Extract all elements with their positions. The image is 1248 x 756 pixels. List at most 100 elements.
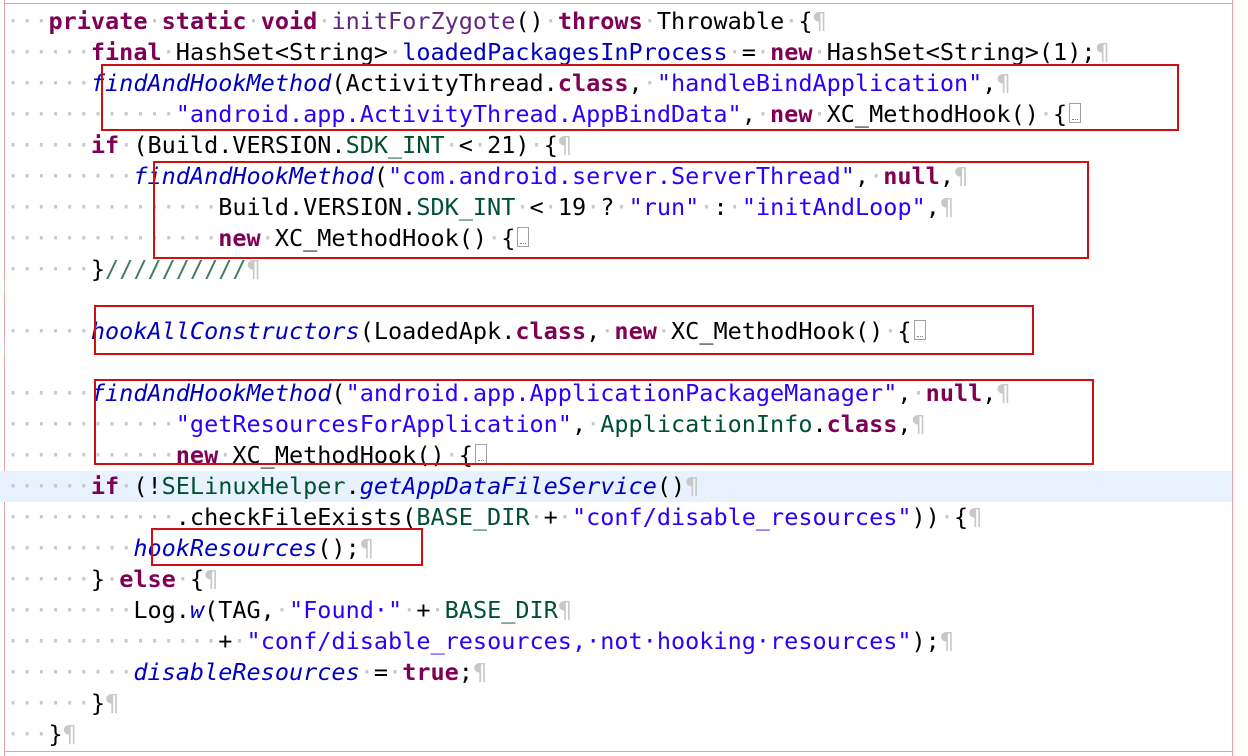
whitespace-marker: ¶	[557, 131, 573, 159]
code-line[interactable]: ···private·static·void·initForZygote()·t…	[0, 6, 1232, 37]
code-token: ))	[911, 503, 940, 531]
whitespace-marker: ······	[6, 317, 91, 345]
code-token: w	[189, 596, 205, 624]
code-line[interactable]: ···}¶	[0, 719, 1232, 750]
whitespace-marker: ·	[147, 7, 162, 35]
code-token: <	[458, 131, 473, 159]
whitespace-marker: ···	[6, 720, 49, 748]
editor-frame-top	[4, 3, 1232, 4]
whitespace-marker: ······	[6, 69, 91, 97]
whitespace-marker: ·	[119, 472, 134, 500]
whitespace-marker: ·	[232, 627, 247, 655]
code-line-text: ···}¶	[6, 719, 77, 750]
code-token: SELinuxHelper	[161, 472, 346, 500]
whitespace-marker	[4, 281, 11, 293]
whitespace-marker: ·········	[6, 658, 134, 686]
whitespace-marker: ·	[557, 503, 572, 531]
highlight-box	[151, 528, 423, 566]
whitespace-marker: ·	[529, 503, 544, 531]
code-line-text: ···private·static·void·initForZygote()·t…	[6, 6, 827, 37]
code-token: BASE_DIR	[416, 503, 530, 531]
code-token: +	[543, 503, 558, 531]
code-line[interactable]: ······if·(Build.VERSION.SDK_INT·<·21)·{¶	[0, 130, 1232, 161]
whitespace-marker: ·	[402, 596, 417, 624]
code-token: .	[345, 472, 360, 500]
whitespace-marker: ······	[6, 472, 91, 500]
code-token: HashSet<String>(1);	[826, 38, 1096, 66]
whitespace-marker: ···	[6, 7, 49, 35]
highlight-box	[94, 305, 1034, 355]
code-token: );	[911, 627, 940, 655]
whitespace-marker: ¶	[939, 627, 954, 655]
whitespace-marker: ·	[359, 658, 374, 686]
code-token: loadedPackagesInProcess	[402, 38, 728, 66]
whitespace-marker: ·	[939, 503, 954, 531]
code-token: disableResources	[133, 658, 360, 686]
code-token: (!	[133, 472, 162, 500]
whitespace-marker: ¶	[812, 7, 827, 35]
whitespace-marker: ·	[529, 131, 544, 159]
code-token: getAppDataFileService	[359, 472, 657, 500]
code-token: Log.	[133, 596, 190, 624]
code-token: (Build.VERSION.	[133, 131, 346, 159]
code-token: 21)	[487, 131, 530, 159]
whitespace-marker	[4, 343, 11, 355]
code-editor[interactable]: ···private·static·void·initForZygote()·t…	[0, 0, 1248, 756]
code-token: throws	[557, 7, 643, 35]
whitespace-marker: ············	[6, 503, 176, 531]
code-token: +	[218, 627, 233, 655]
whitespace-marker: ·	[317, 7, 332, 35]
code-token: else	[119, 565, 176, 593]
code-line[interactable]: ······}¶	[0, 688, 1232, 719]
whitespace-marker: ¶	[204, 565, 219, 593]
code-token: =	[373, 658, 389, 686]
code-token: //////////	[105, 255, 247, 283]
whitespace-marker: ·	[784, 7, 799, 35]
whitespace-marker: ·	[727, 38, 742, 66]
code-line[interactable]: ······if·(!SELinuxHelper.getAppDataFileS…	[0, 471, 1232, 502]
highlight-box	[94, 379, 1094, 465]
code-token: {	[189, 565, 205, 593]
code-line[interactable]: ···············+·"conf/disable_resources…	[0, 626, 1232, 657]
editor-frame-bottom	[4, 751, 1232, 752]
code-token: .checkFileExists(	[175, 503, 417, 531]
code-token: static	[161, 7, 247, 35]
code-line-text: ···············+·"conf/disable_resources…	[6, 626, 954, 657]
whitespace-marker: ·	[175, 565, 190, 593]
code-line[interactable]: ·········Log.w(TAG,·"Found·"·+·BASE_DIR¶	[0, 595, 1232, 626]
whitespace-marker: ······	[6, 379, 91, 407]
whitespace-marker: ·	[642, 7, 657, 35]
whitespace-marker: ·	[105, 565, 120, 593]
code-line-text: ······if·(Build.VERSION.SDK_INT·<·21)·{¶	[6, 130, 572, 161]
whitespace-marker: ·········	[6, 162, 134, 190]
whitespace-marker: ······	[6, 255, 91, 283]
whitespace-marker: ¶	[105, 689, 120, 717]
whitespace-marker: ······	[6, 689, 91, 717]
whitespace-marker: ···············	[6, 627, 219, 655]
code-line[interactable]: ······}·else·{¶	[0, 564, 1232, 595]
code-token: private	[48, 7, 148, 35]
code-token: }	[90, 255, 106, 283]
whitespace-marker: ¶	[557, 596, 572, 624]
code-token: ()	[656, 472, 686, 500]
code-token: }	[90, 565, 106, 593]
code-line[interactable]: ·········disableResources·=·true;¶	[0, 657, 1232, 688]
code-token: if	[90, 472, 120, 500]
code-token: {	[543, 131, 558, 159]
code-token: BASE_DIR	[444, 596, 558, 624]
code-token: }	[90, 689, 106, 717]
whitespace-marker: ·	[755, 38, 771, 66]
whitespace-marker: ······	[6, 565, 91, 593]
code-token: {	[798, 7, 813, 35]
code-line-text: ······}¶	[6, 688, 119, 719]
whitespace-marker: ·········	[6, 534, 134, 562]
code-token: Throwable	[656, 7, 785, 35]
whitespace-marker: ¶	[1095, 38, 1110, 66]
highlight-box	[101, 64, 1179, 131]
whitespace-marker: ¶	[246, 255, 261, 283]
whitespace-marker: ·	[812, 38, 827, 66]
code-token: HashSet<String>	[175, 38, 389, 66]
whitespace-marker: ¶	[62, 720, 77, 748]
whitespace-marker: ·	[444, 131, 459, 159]
whitespace-marker: ¶	[968, 503, 983, 531]
